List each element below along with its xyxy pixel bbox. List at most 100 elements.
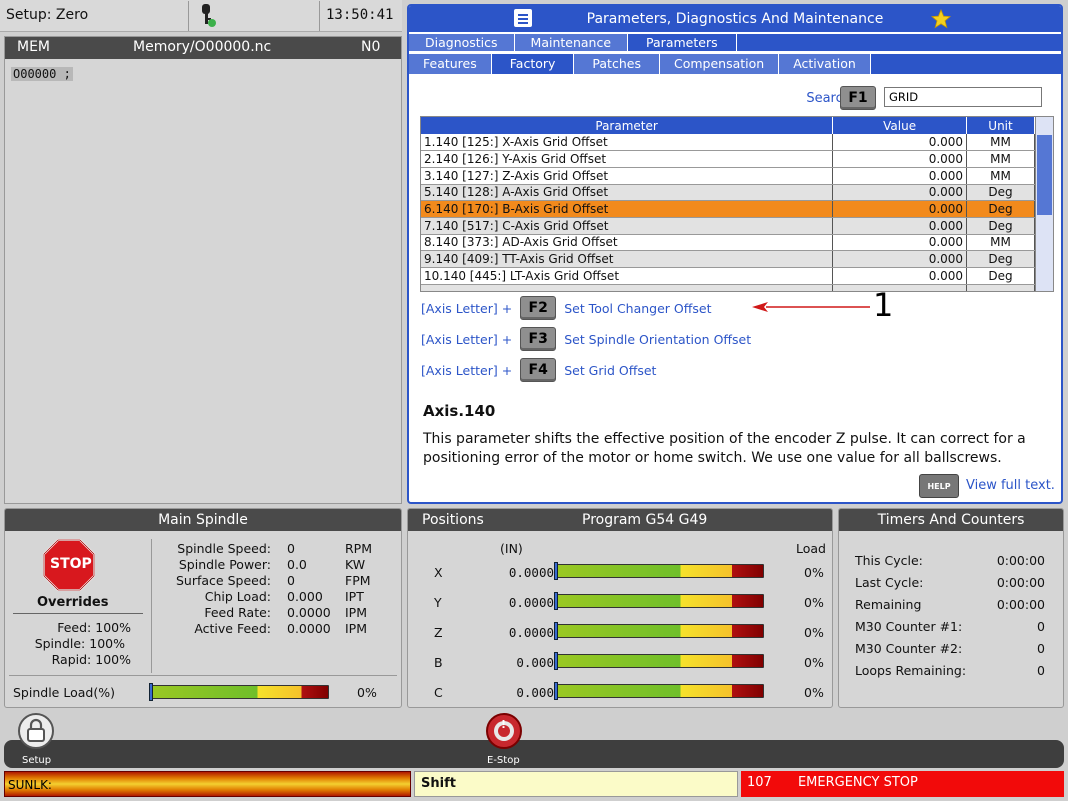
f4-key-button[interactable]: F4	[520, 358, 557, 382]
param-unit: MM	[966, 167, 1035, 185]
positions-panel: Positions Program G54 G49 (IN) Load X 0.…	[407, 508, 833, 708]
sub-tabs: Features Factory Patches Compensation Ac…	[409, 54, 1061, 74]
column-parameter: Parameter	[421, 117, 834, 134]
load-marker	[554, 622, 558, 640]
spindle-load-value: 0%	[357, 685, 377, 700]
subtab-activation[interactable]: Activation	[779, 54, 871, 74]
timer-value: 0:00:00	[996, 597, 1045, 612]
f1-key-button[interactable]: F1	[840, 86, 876, 110]
search-input[interactable]	[884, 87, 1042, 107]
estop-button-label[interactable]: E-Stop	[487, 755, 520, 766]
override-rapid: Rapid: 100%	[13, 652, 131, 667]
stat-unit: RPM	[345, 541, 373, 556]
alarm-status[interactable]: 107 EMERGENCY STOP	[741, 771, 1064, 797]
fkey-row-f2: [Axis Letter] + F2 Set Tool Changer Offs…	[421, 296, 711, 320]
param-name: 7.140 [517:] C-Axis Grid Offset	[421, 217, 834, 235]
subtab-features[interactable]: Features	[409, 54, 492, 74]
spindle-load-bar	[149, 683, 329, 701]
table-row-selected[interactable]: 6.140 [170:] B-Axis Grid Offset 0.000 Deg	[421, 200, 1035, 218]
f2-key-button[interactable]: F2	[520, 296, 557, 320]
table-row[interactable]: 8.140 [373:] AD-Axis Grid Offset 0.000 MM	[421, 234, 1035, 252]
estop-icon[interactable]: !	[486, 713, 522, 749]
axis-value: 0.0000	[508, 595, 554, 610]
stat-value: 0	[287, 541, 295, 556]
override-value: 100%	[95, 620, 131, 635]
counter-label: M30 Counter #1:	[855, 619, 963, 634]
stat-unit: IPT	[345, 589, 364, 604]
timer-label: This Cycle:	[855, 553, 923, 568]
program-offsets: Program G54 G49	[582, 512, 708, 528]
load-marker	[149, 683, 153, 701]
main-spindle-panel: Main Spindle STOP Overrides Feed: 100% S…	[4, 508, 402, 708]
program-memory-panel[interactable]: MEM Memory/O00000.nc N0 O00000 ;	[4, 36, 402, 504]
table-row[interactable]: 3.140 [127:] Z-Axis Grid Offset 0.000 MM	[421, 167, 1035, 185]
subtab-patches[interactable]: Patches	[574, 54, 660, 74]
divider	[9, 675, 397, 676]
table-scrollbar[interactable]	[1035, 117, 1053, 291]
table-row-partial[interactable]	[421, 284, 1035, 291]
column-unit: Unit	[966, 117, 1035, 134]
axis-load: 0%	[804, 595, 824, 610]
stat-label: Chip Load:	[204, 589, 271, 604]
axis-value: 0.0000	[508, 565, 554, 580]
axis-letter-prefix: [Axis Letter] +	[421, 331, 513, 347]
fkey-row-f3: [Axis Letter] + F3 Set Spindle Orientati…	[421, 327, 751, 351]
f4-action-label: Set Grid Offset	[564, 362, 657, 378]
param-unit: MM	[966, 234, 1035, 252]
stat-value: 0.0	[287, 557, 307, 572]
param-name: 5.140 [128:] A-Axis Grid Offset	[421, 184, 834, 202]
axis-label: B	[434, 655, 443, 670]
override-label: Spindle:	[34, 636, 86, 651]
param-unit: MM	[966, 150, 1035, 168]
parameter-title: Axis.140	[423, 402, 496, 420]
timer-label: Remaining	[855, 597, 922, 612]
table-row[interactable]: 2.140 [126:] Y-Axis Grid Offset 0.000 MM	[421, 150, 1035, 168]
tab-maintenance[interactable]: Maintenance	[514, 34, 629, 51]
tab-diagnostics[interactable]: Diagnostics	[409, 34, 515, 51]
program-path: Memory/O00000.nc	[133, 39, 272, 55]
view-full-text-link[interactable]: View full text.	[966, 478, 1055, 493]
lock-icon[interactable]	[18, 713, 54, 749]
f3-key-button[interactable]: F3	[520, 327, 557, 351]
load-marker	[554, 652, 558, 670]
table-row[interactable]: 9.140 [409:] TT-Axis Grid Offset 0.000 Deg	[421, 250, 1035, 268]
spindle-load-label: Spindle Load(%)	[13, 685, 115, 700]
fkey-row-f4: [Axis Letter] + F4 Set Grid Offset	[421, 358, 656, 382]
stat-unit: IPM	[345, 605, 368, 620]
table-row[interactable]: 1.140 [125:] X-Axis Grid Offset 0.000 MM	[421, 134, 1035, 152]
setup-button-label[interactable]: Setup	[22, 755, 51, 766]
table-row[interactable]: 7.140 [517:] C-Axis Grid Offset 0.000 Deg	[421, 217, 1035, 235]
help-button[interactable]: HELP	[919, 474, 959, 498]
parameter-table[interactable]: Parameter Value Unit 1.140 [125:] X-Axis…	[420, 116, 1054, 292]
table-row[interactable]: 5.140 [128:] A-Axis Grid Offset 0.000 Deg	[421, 184, 1035, 202]
axis-label: Z	[434, 625, 443, 640]
scrollbar-thumb[interactable]	[1037, 135, 1052, 215]
column-value: Value	[832, 117, 968, 134]
table-row[interactable]: 10.140 [445:] LT-Axis Grid Offset 0.000 De…	[421, 267, 1035, 285]
key-icon	[188, 1, 320, 31]
stat-label: Active Feed:	[194, 621, 271, 636]
counter-label: Loops Remaining:	[855, 663, 967, 678]
axis-load-bar	[554, 562, 764, 580]
divider	[13, 613, 143, 614]
axis-load-bar	[554, 682, 764, 700]
axis-load: 0%	[804, 655, 824, 670]
positions-title: Positions	[422, 512, 484, 528]
setup-status-bar: Setup: Zero 13:50:41	[0, 0, 402, 32]
program-code-line[interactable]: O00000 ;	[11, 67, 73, 81]
program-header: MEM Memory/O00000.nc N0	[5, 37, 401, 59]
param-name: 8.140 [373:] AD-Axis Grid Offset	[421, 234, 834, 252]
param-name: 2.140 [126:] Y-Axis Grid Offset	[421, 150, 834, 168]
clock: 13:50:41	[326, 7, 394, 23]
mode-label: MEM	[17, 39, 51, 55]
stat-unit: IPM	[345, 621, 368, 636]
menu-icon[interactable]	[514, 9, 532, 27]
panel-title-text: Parameters, Diagnostics And Maintenance	[586, 11, 884, 27]
tab-parameters[interactable]: Parameters	[628, 34, 737, 51]
stat-unit: FPM	[345, 573, 371, 588]
param-value: 0.000	[832, 134, 968, 152]
subtab-factory[interactable]: Factory	[491, 54, 575, 74]
f2-action-label: Set Tool Changer Offset	[564, 300, 712, 316]
subtab-compensation[interactable]: Compensation	[659, 54, 780, 74]
counter-label: M30 Counter #2:	[855, 641, 963, 656]
